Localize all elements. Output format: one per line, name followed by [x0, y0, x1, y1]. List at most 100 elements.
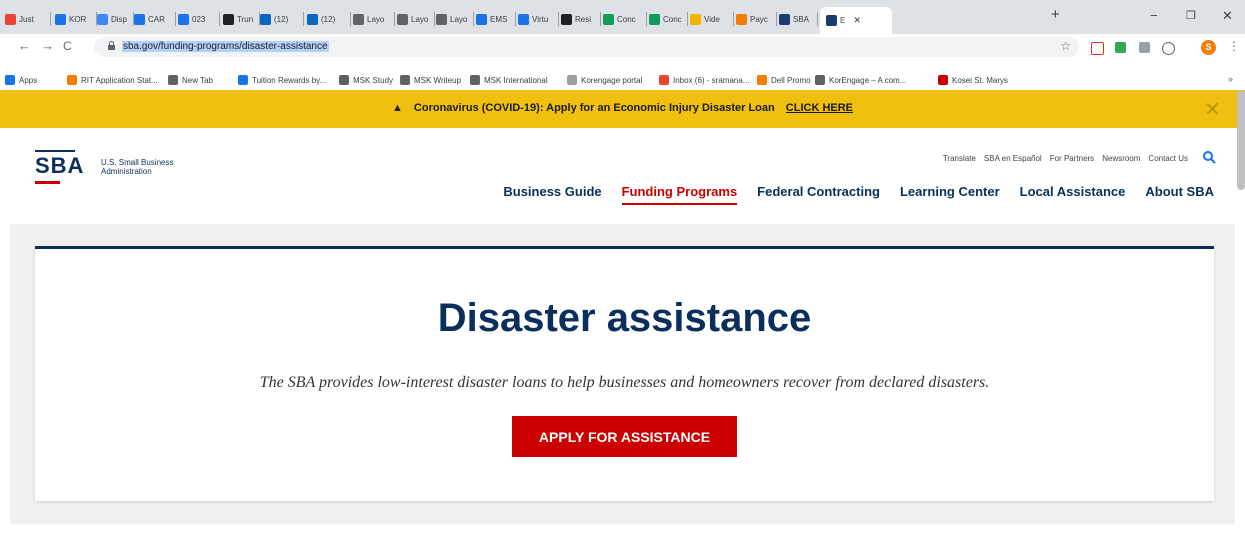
browser-tab[interactable]: Resi [561, 10, 597, 28]
nav-federal-contracting[interactable]: Federal Contracting [757, 184, 880, 199]
bookmark-item[interactable]: MSK Study [339, 75, 393, 85]
gmail-icon [659, 75, 669, 85]
bookmark-label: New Tab [182, 75, 213, 85]
browser-tab[interactable]: Virtu [518, 10, 555, 28]
nav-about-sba[interactable]: About SBA [1145, 184, 1214, 199]
browser-tab[interactable]: Layo [436, 10, 470, 28]
bookmark-item[interactable]: Apps [5, 75, 37, 85]
browser-tab-label: Just [19, 14, 34, 24]
util-link-contact[interactable]: Contact Us [1148, 154, 1188, 163]
bookmark-item[interactable]: MSK Writeup [400, 75, 461, 85]
browser-tab[interactable]: Conc [603, 10, 643, 28]
bookmark-item[interactable]: Korengage portal [567, 75, 642, 85]
linkedin-icon [307, 13, 318, 25]
bookmark-item[interactable]: KorEngage – A com... [815, 75, 906, 85]
back-icon[interactable]: ← [18, 38, 31, 53]
globe-icon [397, 13, 408, 25]
nav-local-assistance[interactable]: Local Assistance [1020, 184, 1126, 199]
bookmark-item[interactable]: Tuition Rewards by... [238, 75, 326, 85]
apps-icon [5, 75, 15, 85]
url-text[interactable]: sba.gov/funding-programs/disaster-assist… [122, 41, 329, 52]
tab-separator [473, 12, 474, 26]
browser-tab[interactable]: Conc [649, 10, 684, 28]
tab-separator [558, 12, 559, 26]
forward-icon[interactable]: → [41, 38, 54, 53]
browser-tab[interactable]: (12) [260, 10, 300, 28]
nav-learning-center[interactable]: Learning Center [900, 184, 1000, 199]
extension-check-icon[interactable] [1115, 42, 1126, 53]
tab-separator [515, 12, 516, 26]
browser-tab[interactable]: Just [5, 10, 47, 28]
util-link-partners[interactable]: For Partners [1050, 154, 1094, 163]
sba-logo[interactable]: SBA [35, 150, 95, 187]
bookmark-item[interactable]: MSK International [470, 75, 548, 85]
bookmark-label: Kosei St. Marys [952, 75, 1009, 85]
browser-tab[interactable]: (12) [307, 10, 347, 28]
extension-circle-icon[interactable] [1162, 42, 1175, 55]
util-link-newsroom[interactable]: Newsroom [1102, 154, 1140, 163]
bookmark-label: Inbox (6) - sramana... [673, 75, 750, 85]
banner-click-here-link[interactable]: CLICK HERE [786, 102, 853, 114]
util-link-espanol[interactable]: SBA en Español [984, 154, 1042, 163]
rit-icon [67, 75, 77, 85]
hero-top-border [35, 246, 1214, 249]
menu-kebab-icon[interactable]: ⋮ [1228, 39, 1240, 53]
browser-tab-label: Virtu [532, 14, 549, 24]
browser-tab[interactable]: E ✕ [820, 7, 892, 34]
logo-wordmark: SBA [35, 153, 85, 178]
window-close-button[interactable]: ✕ [1222, 8, 1233, 24]
bookmark-item[interactable]: RIT Application Stat... [67, 75, 158, 85]
new-tab-button[interactable]: + [1051, 6, 1060, 23]
browser-tab[interactable]: Layo [353, 10, 391, 28]
calendar-icon [55, 13, 66, 25]
nav-funding-programs[interactable]: Funding Programs [621, 184, 737, 205]
browser-tab-label: (12) [321, 14, 336, 24]
logo-top-bar [35, 150, 75, 152]
browser-tab[interactable]: KOR [55, 10, 93, 28]
profile-avatar[interactable]: S [1201, 40, 1216, 55]
globe-icon [815, 75, 825, 85]
browser-tab[interactable]: 023 [178, 10, 216, 28]
browser-tab[interactable]: SBA [779, 10, 814, 28]
tab-close-icon[interactable]: ✕ [853, 15, 861, 26]
bookmark-star-icon[interactable]: ☆ [1060, 39, 1071, 53]
browser-tab-label: Vide [704, 14, 720, 24]
sba-icon [826, 15, 837, 26]
browser-tab[interactable]: CAR [134, 10, 172, 28]
tuition-icon [238, 75, 248, 85]
news-icon [223, 13, 234, 25]
browser-tab[interactable]: EMS [476, 10, 512, 28]
covid-banner: ▲ Coronavirus (COVID-19): Apply for an E… [0, 90, 1245, 128]
browser-tab-label: Layo [367, 14, 385, 24]
circle-icon [690, 13, 701, 25]
reload-icon[interactable]: C [63, 39, 72, 53]
bookmark-item[interactable]: Kosei St. Marys [938, 75, 1008, 85]
browser-tab[interactable]: Disp [97, 10, 130, 28]
util-link-translate[interactable]: Translate [943, 154, 976, 163]
maximize-button[interactable]: ❐ [1186, 9, 1196, 22]
browser-tab-label: E [840, 16, 846, 25]
browser-tab[interactable]: Payc [736, 10, 773, 28]
minimize-button[interactable]: − [1150, 8, 1158, 23]
cr-icon [603, 13, 614, 25]
bookmarks-overflow-icon[interactable]: » [1228, 74, 1233, 84]
apply-for-assistance-button[interactable]: APPLY FOR ASSISTANCE [512, 416, 737, 457]
page-scrollbar[interactable] [1237, 90, 1245, 190]
extension-pocket-icon[interactable] [1091, 42, 1104, 55]
browser-tab[interactable]: Layo [397, 10, 431, 28]
browser-tab-strip: Just KOR Disp CAR 023 Trun (12) (12) Layo Layo Lay… [0, 0, 1245, 34]
hero-card: Disaster assistance The SBA provides low… [35, 246, 1214, 501]
bookmark-item[interactable]: Inbox (6) - sramana... [659, 75, 749, 85]
search-icon[interactable] [1202, 150, 1216, 164]
org-name-line1: U.S. Small Business [101, 158, 174, 167]
bookmark-item[interactable]: New Tab [168, 75, 213, 85]
address-bar[interactable]: sba.gov/funding-programs/disaster-assist… [94, 37, 1079, 57]
nav-business-guide[interactable]: Business Guide [503, 184, 601, 199]
banner-close-icon[interactable]: ✕ [1204, 97, 1221, 122]
extension-gray-icon[interactable] [1139, 42, 1150, 53]
bookmark-item[interactable]: Dell Promo [757, 75, 811, 85]
browser-tab[interactable]: Vide [690, 10, 730, 28]
image-icon [178, 13, 189, 25]
bookmark-label: MSK International [484, 75, 548, 85]
browser-tab[interactable]: Trun [223, 10, 256, 28]
